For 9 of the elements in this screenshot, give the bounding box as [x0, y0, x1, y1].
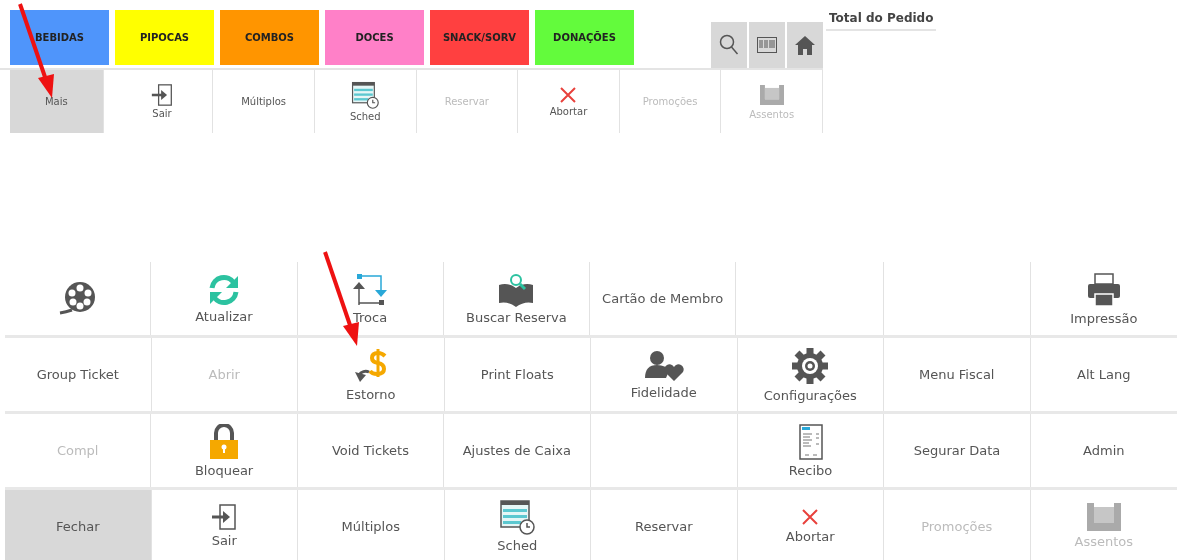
category-button[interactable]: DOCES: [325, 10, 424, 65]
category-button[interactable]: DONAÇÕES: [535, 10, 634, 65]
category-button[interactable]: BEBIDAS: [10, 10, 109, 65]
category-button[interactable]: PIPOCAS: [115, 10, 214, 65]
order-total-heading: Total do Pedido: [826, 10, 936, 31]
action-button[interactable]: Mais: [10, 70, 104, 133]
menu-button[interactable]: Fechar: [5, 490, 152, 560]
category-button[interactable]: SNACK/SORV: [430, 10, 529, 65]
category-button[interactable]: COMBOS: [220, 10, 319, 65]
